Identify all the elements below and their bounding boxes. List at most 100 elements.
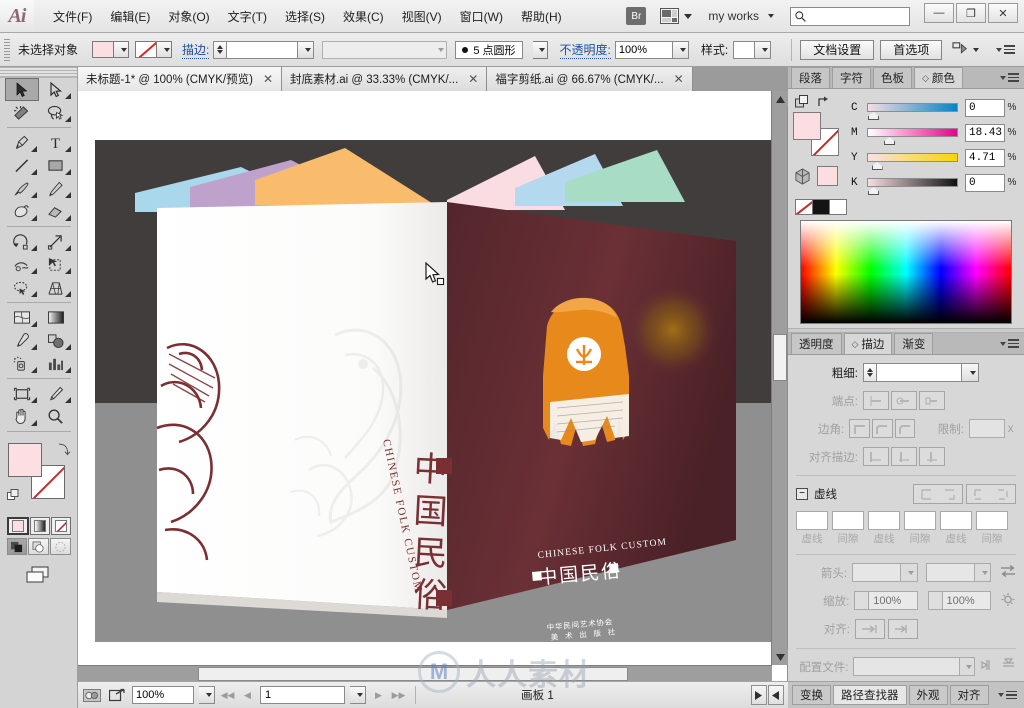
stroke-weight-label[interactable]: 描边: (182, 41, 210, 59)
menu-view[interactable]: 视图(V) (393, 4, 451, 29)
artboard-tool[interactable] (5, 382, 39, 405)
type-tool[interactable]: T (39, 131, 73, 154)
slider-track-m[interactable] (867, 128, 958, 145)
swap-arrowheads-button[interactable] (1000, 564, 1016, 581)
draw-behind-button[interactable] (28, 538, 49, 555)
slider-track-k[interactable] (867, 178, 958, 195)
default-fill-stroke-icon[interactable] (6, 489, 19, 501)
color-spectrum-ramp[interactable] (800, 220, 1012, 324)
arrow-scale-start-input[interactable]: 100% (868, 591, 918, 610)
brush-definition-combo[interactable] (322, 40, 448, 59)
swatch-none[interactable] (796, 200, 813, 214)
direct-selection-tool[interactable] (39, 78, 73, 101)
gradient-tool[interactable] (39, 306, 73, 329)
slider-knob-m[interactable] (884, 137, 896, 145)
perspective-grid-tool[interactable] (39, 276, 73, 299)
symbol-sprayer-tool[interactable] (5, 352, 39, 375)
flip-profile-along-icon[interactable] (981, 658, 996, 675)
share-on-behance-icon[interactable] (107, 687, 127, 704)
fill-dropdown-button[interactable] (114, 41, 130, 58)
slider-track-y[interactable] (867, 153, 958, 170)
stroke-weight-dropdown[interactable] (298, 40, 315, 59)
status-back-button[interactable] (767, 685, 784, 705)
control-panel-menu-button[interactable] (991, 45, 1015, 54)
fill-color-control[interactable] (92, 41, 130, 58)
document-tab-2[interactable]: 福字剪纸.ai @ 66.67% (CMYK/... ✕ (487, 67, 693, 91)
tab-swatches[interactable]: 色板 (873, 67, 912, 88)
zoom-level-dropdown[interactable] (199, 686, 215, 704)
control-bar-grip[interactable] (4, 38, 10, 61)
scale-tool[interactable] (39, 230, 73, 253)
color-mode-none[interactable] (50, 517, 71, 535)
selection-tool[interactable] (4, 78, 39, 101)
style-control[interactable] (733, 40, 772, 59)
draw-normal-button[interactable] (6, 538, 28, 555)
preferences-button[interactable]: 首选项 (880, 39, 943, 60)
channel-value-k[interactable]: 0 (965, 173, 1005, 192)
flip-profile-across-icon[interactable] (1001, 658, 1016, 675)
free-transform-tool[interactable] (39, 253, 73, 276)
align-stroke-inside-button[interactable] (891, 447, 917, 466)
document-setup-button[interactable]: 文档设置 (800, 39, 875, 60)
arrow-scale-end-input[interactable]: 100% (941, 591, 991, 610)
shape-builder-tool[interactable] (5, 276, 39, 299)
miter-limit-input[interactable] (968, 419, 1006, 438)
tab-pathfinder[interactable]: 路径查找器 (833, 685, 907, 705)
menu-effect[interactable]: 效果(C) (334, 4, 393, 29)
screen-mode-button[interactable] (24, 565, 54, 585)
menu-help[interactable]: 帮助(H) (512, 4, 571, 29)
status-forward-button[interactable] (750, 685, 767, 705)
mesh-tool[interactable] (5, 306, 39, 329)
arrowhead-end-dropdown[interactable] (974, 563, 991, 582)
arrowhead-end-combo[interactable] (925, 563, 975, 582)
slider-knob-k[interactable] (868, 187, 879, 195)
dash-preserve-exact-button[interactable] (913, 484, 963, 504)
stroke-panel-menu-button[interactable] (995, 333, 1024, 354)
tab-character[interactable]: 字符 (832, 67, 871, 88)
opacity-control[interactable]: 100% (614, 40, 689, 59)
menu-file[interactable]: 文件(F) (44, 4, 101, 29)
scroll-up-arrow[interactable] (772, 91, 788, 107)
channel-value-y[interactable]: 4.71 (965, 148, 1005, 167)
opacity-input[interactable]: 100% (614, 40, 673, 59)
swap-fill-stroke-icon[interactable]: ⤵ (58, 441, 70, 458)
corner-miter-button[interactable] (849, 419, 870, 438)
stroke-profile-combo[interactable]: 5 点圆形 (455, 40, 523, 59)
tab-transparency[interactable]: 透明度 (791, 333, 842, 354)
close-icon[interactable]: ✕ (674, 72, 684, 86)
draw-inside-button[interactable] (49, 538, 71, 555)
fill-stroke-default-icon[interactable] (795, 95, 809, 109)
stroke-profile-dropdown[interactable] (532, 40, 548, 59)
stroke-weight-input[interactable] (226, 40, 299, 59)
rotate-tool[interactable] (5, 230, 39, 253)
stroke-weight-input[interactable] (876, 363, 962, 382)
align-stroke-outside-button[interactable] (919, 447, 945, 466)
3d-cube-icon[interactable] (794, 167, 811, 185)
rectangle-tool[interactable] (39, 154, 73, 177)
line-segment-tool[interactable] (5, 154, 39, 177)
dash-field-2[interactable] (868, 511, 900, 530)
opacity-dropdown[interactable] (672, 40, 689, 59)
swatch-black[interactable] (813, 200, 830, 214)
menu-object[interactable]: 对象(O) (159, 4, 218, 29)
pen-tool[interactable] (5, 131, 39, 154)
stroke-dropdown-button[interactable] (157, 41, 173, 58)
horizontal-scroll-thumb[interactable] (198, 667, 628, 681)
blob-brush-tool[interactable] (5, 200, 39, 223)
tab-paragraph[interactable]: 段落 (791, 67, 830, 88)
document-tab-0[interactable]: 未标题-1* @ 100% (CMYK/预览) ✕ (78, 67, 283, 91)
artboard[interactable]: CHINESE FOLK CUSTOM 中 国 民 俗 CHINESE FOLK… (95, 140, 771, 642)
tab-color[interactable]: ◇ 颜色 (914, 67, 963, 88)
style-dropdown[interactable] (755, 40, 772, 59)
fill-color-box[interactable] (7, 443, 42, 477)
hand-tool[interactable] (5, 405, 39, 428)
dash-field-1[interactable] (796, 511, 828, 530)
canvas-area[interactable]: CHINESE FOLK CUSTOM 中 国 民 俗 CHINESE FOLK… (78, 91, 788, 681)
tab-stroke[interactable]: ◇ 描边 (843, 333, 893, 354)
fill-swatch[interactable] (92, 41, 115, 58)
align-control[interactable] (952, 42, 980, 57)
next-artboard-button[interactable]: ▶ (371, 686, 386, 704)
artboard-number-input[interactable]: 1 (260, 686, 345, 704)
corner-bevel-button[interactable] (894, 419, 916, 438)
color-panel-fill-swatch[interactable] (793, 112, 821, 140)
